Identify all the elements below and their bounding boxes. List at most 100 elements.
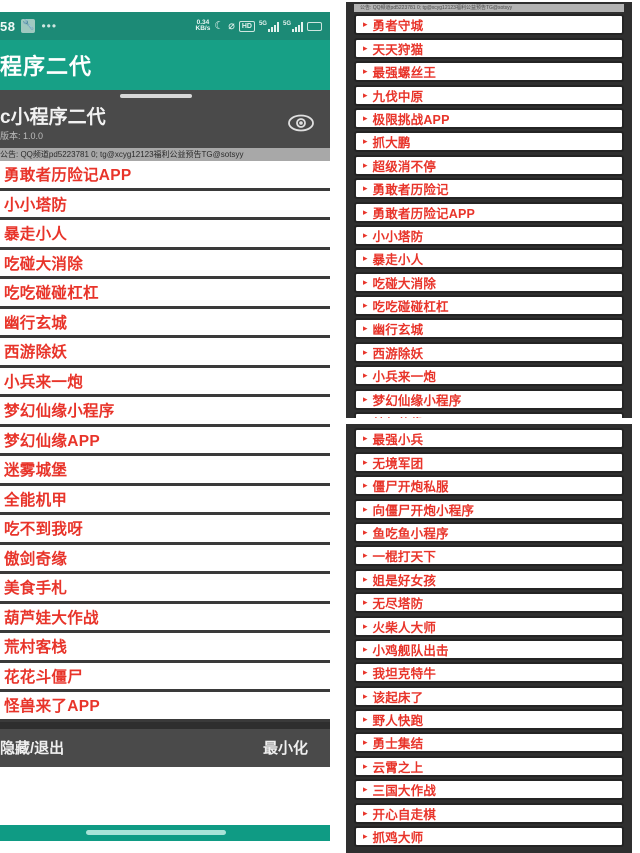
- list-item[interactable]: 梦幻仙缘小程序: [0, 397, 330, 427]
- signal-1-icon: 5G: [259, 21, 279, 32]
- list-item[interactable]: ▸ 抓大鹏: [354, 131, 624, 153]
- list-item[interactable]: ▸ 勇敢者历险记APP: [354, 201, 624, 223]
- list-item[interactable]: 全能机甲: [0, 485, 330, 515]
- list-item[interactable]: ▸ 无尽塔防: [354, 592, 624, 614]
- list-item-label: 九伐中原: [372, 89, 424, 104]
- list-item[interactable]: 傲剑奇缘: [0, 544, 330, 574]
- list-item[interactable]: ▸ 勇士集结: [354, 732, 624, 754]
- drag-grip-icon[interactable]: [0, 90, 330, 102]
- bullet-icon: ▸: [363, 573, 368, 584]
- list-item[interactable]: ▸ 最强螺丝王: [354, 61, 624, 83]
- list-item-label: 勇敢者历险记APP: [4, 167, 132, 185]
- signal-2-icon: 5G: [283, 21, 303, 32]
- bullet-icon: ▸: [363, 323, 368, 334]
- list-item[interactable]: ▸ 勇者守城: [354, 14, 624, 36]
- list-item[interactable]: ▸ 鱼吃鱼小程序: [354, 521, 624, 543]
- list-item[interactable]: ▸ 天天狩猫: [354, 37, 624, 59]
- hd-icon: HD: [238, 20, 255, 32]
- list-item[interactable]: ▸ 小兵来一炮: [354, 365, 624, 387]
- moon-icon: ☾: [214, 19, 225, 32]
- list-item-label: 最强螺丝王: [372, 66, 437, 81]
- list-item[interactable]: 荒村客栈: [0, 633, 330, 663]
- list-item[interactable]: 小兵来一炮: [0, 367, 330, 397]
- list-item[interactable]: ▸ 暴走小人: [354, 248, 624, 270]
- mute-bell-icon: ⌀: [228, 19, 235, 32]
- list-item[interactable]: ▸ 姐是好女孩: [354, 568, 624, 590]
- list-item[interactable]: ▸ 该起床了: [354, 685, 624, 707]
- list-item[interactable]: 美食手札: [0, 574, 330, 604]
- list-item[interactable]: ▸ 火柴人大师: [354, 615, 624, 637]
- status-time: 58: [0, 18, 16, 34]
- bullet-icon: ▸: [363, 253, 368, 264]
- signal-2-label: 5G: [282, 20, 291, 27]
- list-item[interactable]: 吃不到我呀: [0, 515, 330, 545]
- list-item[interactable]: 花花斗僵尸: [0, 662, 330, 692]
- overflow-dots-icon: •••: [41, 19, 58, 33]
- list-item[interactable]: ▸ 超级消不停: [354, 154, 624, 176]
- list-item-label: 开心自走棋: [372, 807, 437, 822]
- list-item[interactable]: ▸ 吃碰大消除: [354, 271, 624, 293]
- list-item-label: 抓鸡大师: [372, 831, 424, 846]
- app-title: 程序二代: [0, 54, 93, 79]
- list-item[interactable]: ▸ 吃吃碰碰杠杠: [354, 295, 624, 317]
- bullet-icon: ▸: [363, 784, 368, 795]
- list-item[interactable]: 勇敢者历险记APP: [0, 161, 330, 191]
- list-item[interactable]: 吃碰大消除: [0, 249, 330, 279]
- panel-title: c小程序二代: [0, 107, 106, 128]
- list-item[interactable]: ▸ 向僵尸开炮小程序: [354, 498, 624, 520]
- app-list-panel-top: 公告: QQ频道pd5223781 0; tg@xcyg12123福利公益预告T…: [346, 2, 632, 418]
- list-item[interactable]: 怪兽来了APP: [0, 692, 330, 722]
- list-item[interactable]: 吃吃碰碰杠杠: [0, 279, 330, 309]
- list-item[interactable]: ▸ 小小塔防: [354, 224, 624, 246]
- list-item[interactable]: 葫芦娃大作战: [0, 603, 330, 633]
- list-item[interactable]: ▸ 勇敢者历险记: [354, 178, 624, 200]
- list-item[interactable]: ▸ 无境军团: [354, 451, 624, 473]
- list-item[interactable]: ▸ 抓鸡大师: [354, 826, 624, 848]
- list-item-label: 向僵尸开炮小程序: [372, 503, 475, 518]
- system-navigation-bar[interactable]: [0, 824, 330, 841]
- list-item[interactable]: ▸ 云霄之上: [354, 755, 624, 777]
- list-item[interactable]: ▸ 西游除妖: [354, 341, 624, 363]
- right-column: 公告: QQ频道pd5223781 0; tg@xcyg12123福利公益预告T…: [338, 0, 640, 853]
- bullet-icon: ▸: [363, 620, 368, 631]
- list-item[interactable]: ▸ 小鸡舰队出击: [354, 638, 624, 660]
- home-indicator[interactable]: [86, 830, 226, 835]
- list-item-label: 小兵来一炮: [4, 373, 84, 391]
- wrench-icon: 🔧: [21, 19, 36, 33]
- list-item[interactable]: ▸ 最强小兵: [354, 428, 624, 450]
- list-item[interactable]: 西游除妖: [0, 338, 330, 368]
- list-item-label: 小小塔防: [4, 196, 68, 214]
- list-item[interactable]: ▸ 九伐中原: [354, 84, 624, 106]
- list-item[interactable]: ▸ 僵尸开炮私服: [354, 475, 624, 497]
- list-item[interactable]: ▸ 幽行玄城: [354, 318, 624, 340]
- bullet-icon: ▸: [363, 760, 368, 771]
- bullet-icon: ▸: [363, 597, 368, 608]
- list-item-label: 吃碰大消除: [4, 255, 84, 273]
- bullet-icon: ▸: [363, 112, 368, 123]
- list-item-label: 鱼吃鱼小程序: [372, 526, 449, 541]
- list-item[interactable]: ▸梦幻仙缘APP: [354, 412, 624, 418]
- list-item[interactable]: ▸ 野人快跑: [354, 709, 624, 731]
- hide-exit-button[interactable]: 隐藏/退出: [0, 737, 64, 758]
- panel-footer-bar: 隐藏/退出 最小化: [0, 721, 330, 767]
- bullet-icon: ▸: [363, 42, 368, 53]
- bullet-icon: ▸: [363, 276, 368, 287]
- list-item-label: 三国大作战: [372, 784, 437, 799]
- announcement-bar: 公告: QQ频道pd5223781 0; tg@xcyg12123福利公益预告T…: [0, 148, 330, 161]
- list-item[interactable]: ▸ 开心自走棋: [354, 802, 624, 824]
- announcement-bar-right-top: 公告: QQ频道pd5223781 0; tg@xcyg12123福利公益预告T…: [354, 4, 624, 12]
- list-item[interactable]: ▸ 我坦克特牛: [354, 662, 624, 684]
- list-item[interactable]: 幽行玄城: [0, 308, 330, 338]
- list-item[interactable]: ▸ 三国大作战: [354, 779, 624, 801]
- list-item[interactable]: 梦幻仙缘APP: [0, 426, 330, 456]
- list-item[interactable]: ▸ 梦幻仙缘小程序: [354, 388, 624, 410]
- list-item-label: 葫芦娃大作战: [4, 609, 99, 627]
- list-item[interactable]: 迷雾城堡: [0, 456, 330, 486]
- list-item[interactable]: 暴走小人: [0, 220, 330, 250]
- list-item[interactable]: ▸ 一棍打天下: [354, 545, 624, 567]
- eye-icon[interactable]: [286, 108, 316, 138]
- list-item[interactable]: ▸ 极限挑战APP: [354, 107, 624, 129]
- list-item-label: 火柴人大师: [372, 620, 437, 635]
- minimize-button[interactable]: 最小化: [263, 737, 308, 758]
- list-item[interactable]: 小小塔防: [0, 190, 330, 220]
